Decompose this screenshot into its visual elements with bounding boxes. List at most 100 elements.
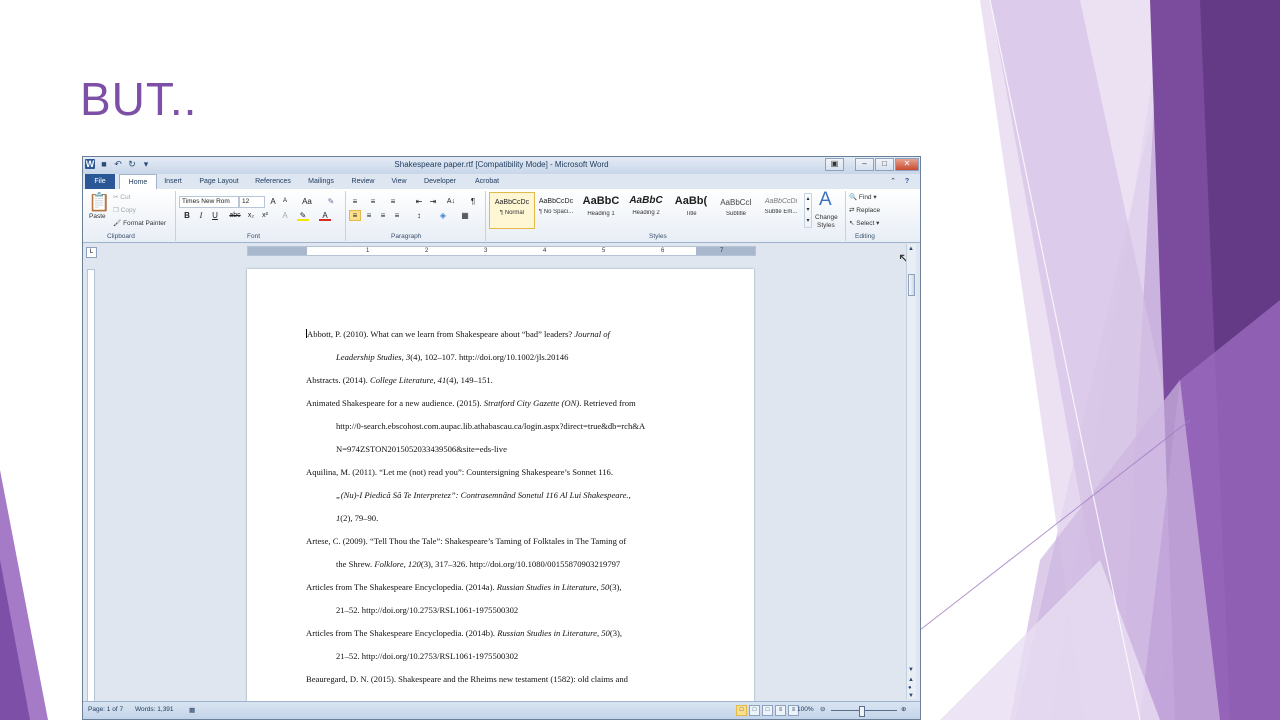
clear-formatting-icon[interactable]: ✎ — [325, 196, 337, 207]
tab-page-layout[interactable]: Page Layout — [195, 174, 243, 189]
paste-button[interactable]: Paste — [89, 213, 106, 220]
align-left-icon[interactable]: ≡ — [349, 210, 361, 221]
reference-entry[interactable]: Beauregard, D. N. (2015). Shakespeare an… — [306, 673, 726, 696]
outline-icon[interactable]: ≡ — [775, 705, 786, 716]
tab-references[interactable]: References — [251, 174, 295, 189]
style-heading-2[interactable]: AaBbC Heading 2 — [624, 192, 668, 227]
change-styles-label-2[interactable]: Styles — [817, 222, 835, 229]
previous-page-icon[interactable]: ▲ — [908, 677, 914, 683]
reference-entry[interactable]: Aquilina, M. (2011). “Let me (not) read … — [306, 466, 726, 535]
change-styles-label-1[interactable]: Change — [815, 214, 838, 221]
change-case-icon[interactable]: Aa — [301, 196, 313, 207]
reference-list[interactable]: Abbott, P. (2010). What can we learn fro… — [306, 328, 726, 696]
style-subtitle[interactable]: AaBbCcI Subtitle — [714, 192, 758, 227]
close-button[interactable]: ✕ — [895, 158, 919, 171]
page-count[interactable]: Page: 1 of 7 — [88, 706, 123, 713]
reference-entry[interactable]: Articles from The Shakespeare Encycloped… — [306, 627, 726, 673]
style-normal[interactable]: AaBbCcDc ¶ Normal — [489, 192, 535, 229]
style-subtle-emphasis[interactable]: AaBbCcDi Subtle Em... — [759, 192, 803, 227]
full-screen-reading-icon[interactable]: □ — [749, 705, 760, 716]
tab-insert[interactable]: Insert — [159, 174, 187, 189]
ruler-toggle-icon[interactable]: L — [86, 247, 97, 258]
bold-icon[interactable]: B — [181, 210, 193, 221]
font-color-icon[interactable]: A — [319, 210, 331, 221]
next-page-icon[interactable]: ▼ — [908, 693, 914, 699]
zoom-slider-thumb[interactable] — [859, 706, 865, 717]
scroll-up-icon[interactable]: ▲ — [908, 246, 914, 252]
reference-line: 1(2), 79–90. — [306, 512, 726, 535]
subscript-icon[interactable]: x₂ — [245, 210, 257, 221]
zoom-in-icon[interactable]: ⊕ — [901, 705, 906, 713]
vertical-scrollbar[interactable]: ▲ ▼ ▲ ● ▼ — [906, 244, 916, 699]
restore-ribbon-icon[interactable]: ▣ — [825, 158, 844, 171]
reference-line: http://0-search.ebscohost.com.aupac.lib.… — [306, 420, 726, 443]
line-spacing-icon[interactable]: ↕ — [413, 210, 425, 221]
style-no-spacing[interactable]: AaBbCcDc ¶ No Spaci... — [534, 192, 578, 227]
maximize-button[interactable]: □ — [875, 158, 894, 171]
copy-button[interactable]: ❐ Copy — [113, 206, 136, 214]
style-heading-1[interactable]: AaBbC Heading 1 — [579, 192, 623, 227]
strikethrough-icon[interactable]: abc — [229, 210, 241, 221]
reference-entry[interactable]: Animated Shakespeare for a new audience.… — [306, 397, 726, 466]
multilevel-list-icon[interactable]: ≡ — [387, 196, 399, 207]
numbering-icon[interactable]: ≡ — [367, 196, 379, 207]
style-title[interactable]: AaBb( Title — [669, 192, 713, 227]
tab-home[interactable]: Home — [119, 174, 157, 189]
underline-icon[interactable]: U — [209, 210, 221, 221]
tab-file[interactable]: File — [85, 174, 115, 189]
shading-icon[interactable]: ◈ — [437, 210, 449, 221]
reference-entry[interactable]: Abstracts. (2014). College Literature, 4… — [306, 374, 726, 397]
increase-indent-icon[interactable]: ⇥ — [427, 196, 439, 207]
text-run: Abbott, P. (2010). What can we learn fro… — [307, 329, 575, 339]
horizontal-ruler[interactable]: 1 2 3 4 5 6 7 — [247, 246, 756, 256]
slide-title: BUT.. — [80, 73, 198, 125]
grow-font-icon[interactable]: A — [267, 196, 279, 207]
scroll-thumb[interactable] — [908, 274, 915, 296]
zoom-out-icon[interactable]: ⊖ — [820, 705, 825, 713]
sort-icon[interactable]: A↓ — [445, 196, 457, 207]
format-painter-button[interactable]: 🖌 Format Painter — [113, 219, 166, 227]
decrease-indent-icon[interactable]: ⇤ — [413, 196, 425, 207]
superscript-icon[interactable]: x² — [259, 210, 271, 221]
help-icon[interactable]: ? — [901, 174, 913, 189]
tab-developer[interactable]: Developer — [419, 174, 461, 189]
cut-button[interactable]: ✂ Cut — [113, 193, 130, 201]
document-page[interactable]: Abbott, P. (2010). What can we learn fro… — [247, 269, 754, 719]
tab-review[interactable]: Review — [347, 174, 379, 189]
find-button[interactable]: 🔍 Find ▾ — [849, 193, 877, 201]
minimize-ribbon-icon[interactable]: ⌃ — [887, 174, 899, 189]
styles-scroll-icon[interactable]: ▴ ▾ ▾ — [804, 193, 812, 228]
borders-icon[interactable]: ▦ — [459, 210, 471, 221]
change-styles-icon[interactable]: A — [819, 189, 832, 211]
scroll-down-icon[interactable]: ▼ — [908, 667, 914, 673]
word-count[interactable]: Words: 1,391 — [135, 706, 174, 713]
highlight-icon[interactable]: ✎ — [297, 210, 309, 221]
bullets-icon[interactable]: ≡ — [349, 196, 361, 207]
italic-icon[interactable]: I — [195, 210, 207, 221]
browse-object-icon[interactable]: ● — [908, 685, 912, 691]
proofing-icon[interactable]: ▩ — [189, 706, 195, 714]
style-name: ¶ Normal — [499, 210, 525, 216]
font-size-select[interactable]: 12 — [239, 196, 265, 208]
justify-icon[interactable]: ≡ — [391, 210, 403, 221]
align-center-icon[interactable]: ≡ — [363, 210, 375, 221]
tab-view[interactable]: View — [386, 174, 412, 189]
tab-mailings[interactable]: Mailings — [303, 174, 339, 189]
reference-entry[interactable]: Artese, C. (2009). “Tell Thou the Tale”:… — [306, 535, 726, 581]
text-effects-icon[interactable]: A — [279, 210, 291, 221]
shrink-font-icon[interactable]: A — [279, 196, 291, 207]
font-name-select[interactable]: Times New Rom — [179, 196, 239, 208]
vertical-ruler[interactable] — [87, 269, 95, 711]
tab-acrobat[interactable]: Acrobat — [467, 174, 507, 189]
web-layout-icon[interactable]: □ — [762, 705, 773, 716]
select-button[interactable]: ↖ Select ▾ — [849, 219, 879, 227]
replace-button[interactable]: ⇄ Replace — [849, 206, 880, 214]
align-right-icon[interactable]: ≡ — [377, 210, 389, 221]
reference-entry[interactable]: Abbott, P. (2010). What can we learn fro… — [306, 328, 726, 374]
reference-entry[interactable]: Articles from The Shakespeare Encycloped… — [306, 581, 726, 627]
zoom-level[interactable]: 100% — [797, 706, 814, 713]
paste-icon[interactable]: 📋 — [88, 192, 110, 213]
minimize-button[interactable]: – — [855, 158, 874, 171]
print-layout-icon[interactable]: □ — [736, 705, 747, 716]
pilcrow-icon[interactable]: ¶ — [467, 196, 479, 207]
